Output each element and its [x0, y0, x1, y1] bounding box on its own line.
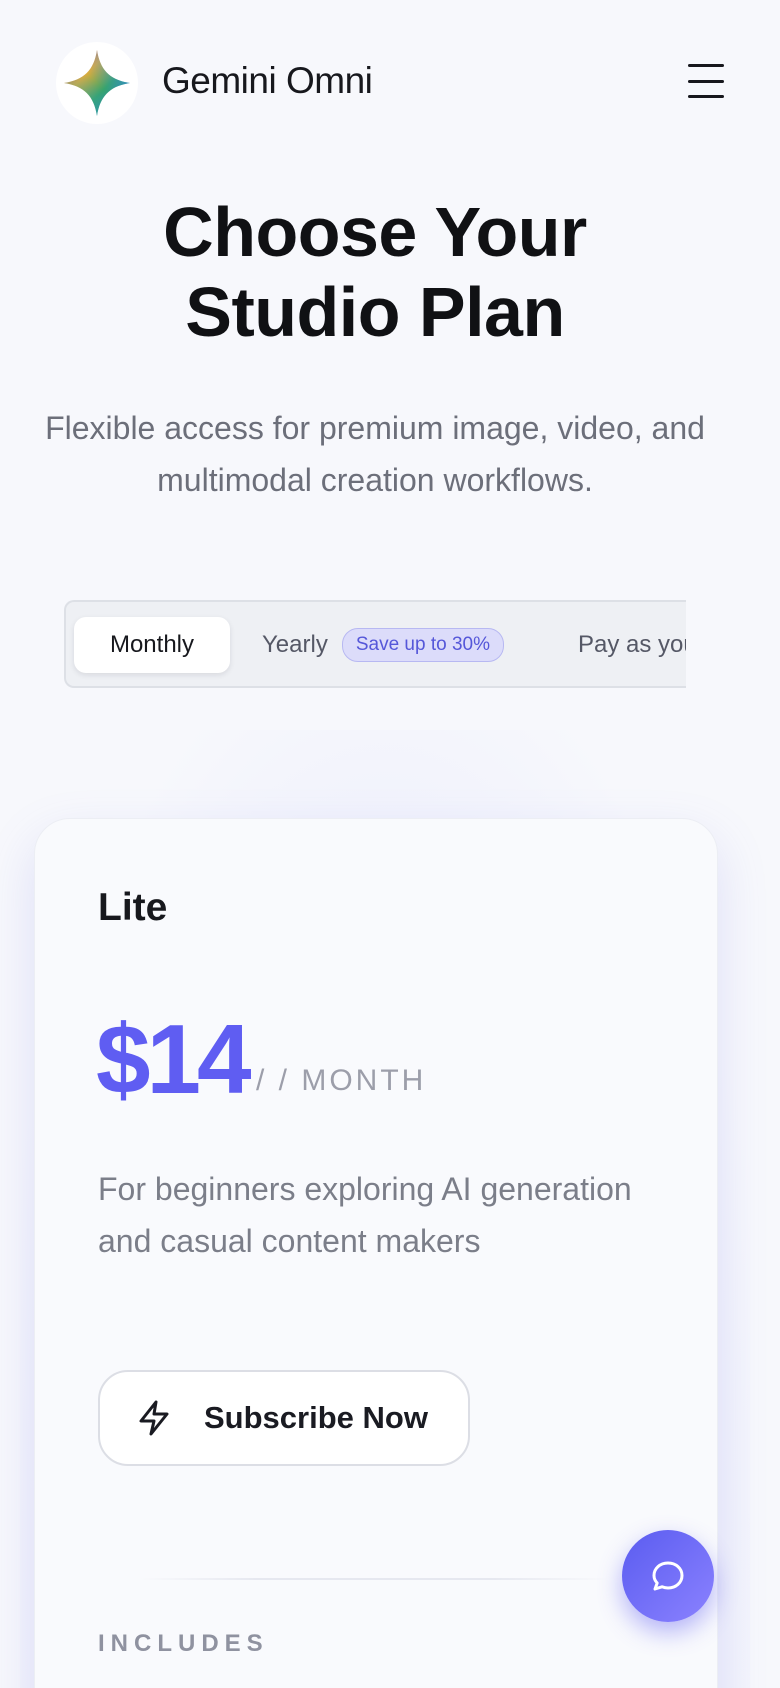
billing-option-monthly-label: Monthly — [109, 631, 195, 658]
plan-name: Lite — [98, 886, 168, 929]
page-subtitle-line-1: Flexible access for premium image, video… — [45, 410, 705, 446]
brand-name[interactable]: Gemini Omni — [162, 60, 373, 102]
page-subtitle-line-2: multimodal creation workflows. — [157, 462, 593, 498]
plan-period: / / MONTH — [256, 1064, 427, 1097]
sparkle-logo-icon[interactable] — [56, 42, 138, 124]
page-title-line-1: Choose Your — [163, 193, 587, 271]
page-title: Choose Your Studio Plan — [0, 192, 750, 352]
page-title-line-2: Studio Plan — [185, 273, 565, 351]
plan-price: $14 — [96, 1004, 252, 1114]
billing-option-monthly[interactable]: Monthly — [74, 617, 230, 673]
billing-option-pay-as-you-go-label: Pay as you — [578, 631, 686, 658]
hamburger-menu-icon[interactable] — [688, 64, 724, 98]
card-divider — [140, 1578, 610, 1580]
subscribe-now-label: Subscribe Now — [204, 1400, 428, 1435]
billing-option-yearly-label: Yearly — [262, 631, 328, 658]
subscribe-now-button[interactable]: Subscribe Now — [98, 1370, 470, 1466]
plan-description-line-1: For beginners exploring AI generation — [98, 1171, 632, 1207]
save-badge: Save up to 30% — [341, 628, 504, 662]
top-header: Gemini Omni — [0, 0, 780, 164]
chat-button[interactable] — [622, 1530, 714, 1622]
plan-description-line-2: and casual content makers — [98, 1223, 481, 1259]
billing-option-pay-as-you-go[interactable]: Pay as you — [578, 617, 686, 673]
billing-period-toggle: Monthly Yearly Save up to 30% Pay as you — [64, 600, 686, 688]
chat-bubble-icon — [652, 1561, 684, 1591]
billing-option-yearly[interactable]: Yearly Save up to 30% — [262, 617, 504, 673]
includes-heading: INCLUDES — [98, 1630, 269, 1657]
page-subtitle: Flexible access for premium image, video… — [25, 402, 725, 506]
lightning-bolt-icon — [139, 1400, 169, 1436]
pricing-page: Gemini Omni Choose Your Studio Plan Flex… — [0, 0, 780, 1688]
plan-description: For beginners exploring AI generation an… — [98, 1163, 678, 1267]
